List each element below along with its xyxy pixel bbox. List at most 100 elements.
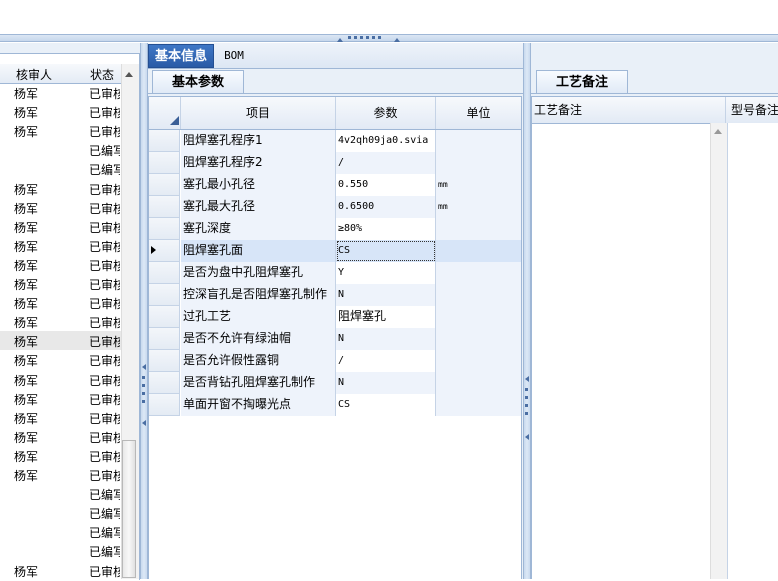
param-value-cell[interactable]: CS [336,240,436,262]
param-item-cell[interactable]: 单面开窗不掏曝光点 [181,394,336,416]
param-unit-cell[interactable] [436,218,521,240]
param-unit-cell[interactable] [436,262,521,284]
param-unit-cell[interactable] [436,394,521,416]
column-header-model-notes[interactable]: 型号备注 [729,97,778,123]
scroll-up-icon[interactable] [714,129,722,134]
column-header-unit[interactable]: 单位 [436,97,521,129]
row-header[interactable] [149,218,180,240]
column-header-process-notes[interactable]: 工艺备注 [532,97,726,123]
param-value-cell[interactable]: 0.550 [336,174,436,196]
splitter-grip-icon [142,376,145,379]
splitter-grip-icon [142,392,145,395]
param-item-cell[interactable]: 是否为盘中孔阻焊塞孔 [181,262,336,284]
param-unit-cell[interactable] [436,284,521,306]
collapse-left-icon[interactable] [525,434,529,440]
list-item-status: 已审核 [89,564,120,579]
row-header[interactable] [149,174,180,196]
param-value-cell[interactable]: ≥80% [336,218,436,240]
column-header-param[interactable]: 参数 [336,97,436,129]
list-item-reviewer: 杨军 [14,258,39,273]
column-header-status[interactable]: 状态 [90,66,114,83]
splitter-grip-icon [142,384,145,387]
param-unit-cell[interactable] [436,306,521,328]
param-unit-cell[interactable] [436,328,521,350]
param-unit-cell[interactable] [436,130,521,152]
param-value-cell[interactable]: / [336,152,436,174]
param-unit-cell[interactable] [436,240,521,262]
tab-bom[interactable]: BOM [218,44,250,68]
row-header[interactable] [149,306,180,328]
list-item-status: 已审核 [89,449,120,464]
collapse-left-icon[interactable] [525,376,529,382]
param-item-cell[interactable]: 是否不允许有绿油帽 [181,328,336,350]
param-value-cell[interactable]: / [336,350,436,372]
row-header[interactable] [149,130,180,152]
row-header[interactable] [149,350,180,372]
left-vertical-splitter[interactable] [140,43,148,579]
row-header[interactable] [149,196,180,218]
param-item-cell[interactable]: 阻焊塞孔程序1 [181,130,336,152]
list-item-status: 已编写 [89,488,120,503]
param-unit-cell[interactable]: mm [436,196,521,218]
param-value-cell[interactable]: N [336,284,436,306]
horizontal-splitter[interactable] [0,34,778,42]
param-unit-cell[interactable] [436,152,521,174]
list-item-status: 已编写 [89,526,120,541]
select-all-icon[interactable] [170,116,179,125]
tab-basic-info[interactable]: 基本信息 [148,44,214,68]
collapse-left-icon[interactable] [142,420,146,426]
list-item-reviewer: 杨军 [14,220,39,235]
param-item-cell[interactable]: 控深盲孔是否阻焊塞孔制作 [181,284,336,306]
splitter-grip-icon [348,36,351,39]
row-header[interactable] [149,152,180,174]
column-header-reviewer[interactable]: 核审人 [16,66,52,83]
param-value-cell[interactable]: 阻焊塞孔 [336,306,436,328]
param-unit-cell[interactable]: mm [436,174,521,196]
list-item-reviewer: 杨军 [14,201,39,216]
param-value-cell[interactable]: Y [336,262,436,284]
row-header[interactable] [149,284,180,306]
param-unit-cell[interactable] [436,372,521,394]
row-header[interactable] [149,262,180,284]
param-item-cell[interactable]: 塞孔最小孔径 [181,174,336,196]
param-item-cell[interactable]: 塞孔深度 [181,218,336,240]
param-value-cell[interactable]: 0.6500 [336,196,436,218]
param-item-cell[interactable]: 是否允许假性露铜 [181,350,336,372]
collapse-up-icon[interactable] [337,38,343,42]
right-vertical-splitter[interactable] [523,43,531,579]
list-item-status: 已编写 [89,163,120,178]
param-item-cell[interactable]: 塞孔最大孔径 [181,196,336,218]
list-item-reviewer: 杨军 [14,354,39,369]
left-scrollbar-thumb[interactable] [122,440,136,578]
top-blank-area [0,0,778,34]
param-value-cell[interactable]: 4v2qh09ja0.svia [336,130,436,152]
collapse-up-icon[interactable] [394,38,400,42]
list-item-status: 已审核 [89,87,120,101]
list-item-reviewer: 杨军 [14,239,39,254]
param-value-cell[interactable]: N [336,372,436,394]
list-item-status: 已审核 [89,297,120,312]
param-unit-cell[interactable] [436,350,521,372]
list-item-reviewer: 杨军 [14,106,39,121]
list-item-status: 已审核 [89,239,120,254]
param-value-cell[interactable]: CS [336,394,436,416]
collapse-left-icon[interactable] [142,364,146,370]
scroll-up-icon[interactable] [125,72,133,77]
column-header-item[interactable]: 项目 [181,97,336,129]
param-item-cell[interactable]: 过孔工艺 [181,306,336,328]
list-item-status: 已编写 [89,507,120,522]
tab-basic-params[interactable]: 基本参数 [152,70,244,94]
list-item-reviewer: 杨军 [14,87,39,101]
param-item-cell[interactable]: 阻焊塞孔面 [181,240,336,262]
param-item-cell[interactable]: 是否背钻孔阻焊塞孔制作 [181,372,336,394]
list-item-reviewer: 杨军 [14,469,39,483]
param-value-cell[interactable]: N [336,328,436,350]
tab-process-notes[interactable]: 工艺备注 [536,70,628,94]
splitter-grip-icon [525,404,528,407]
row-header[interactable] [149,394,180,416]
param-item-cell[interactable]: 阻焊塞孔程序2 [181,152,336,174]
row-header[interactable] [149,372,180,394]
row-header[interactable] [149,328,180,350]
notes-scrollbar[interactable] [710,123,728,579]
list-item-status: 已审核 [89,220,120,235]
